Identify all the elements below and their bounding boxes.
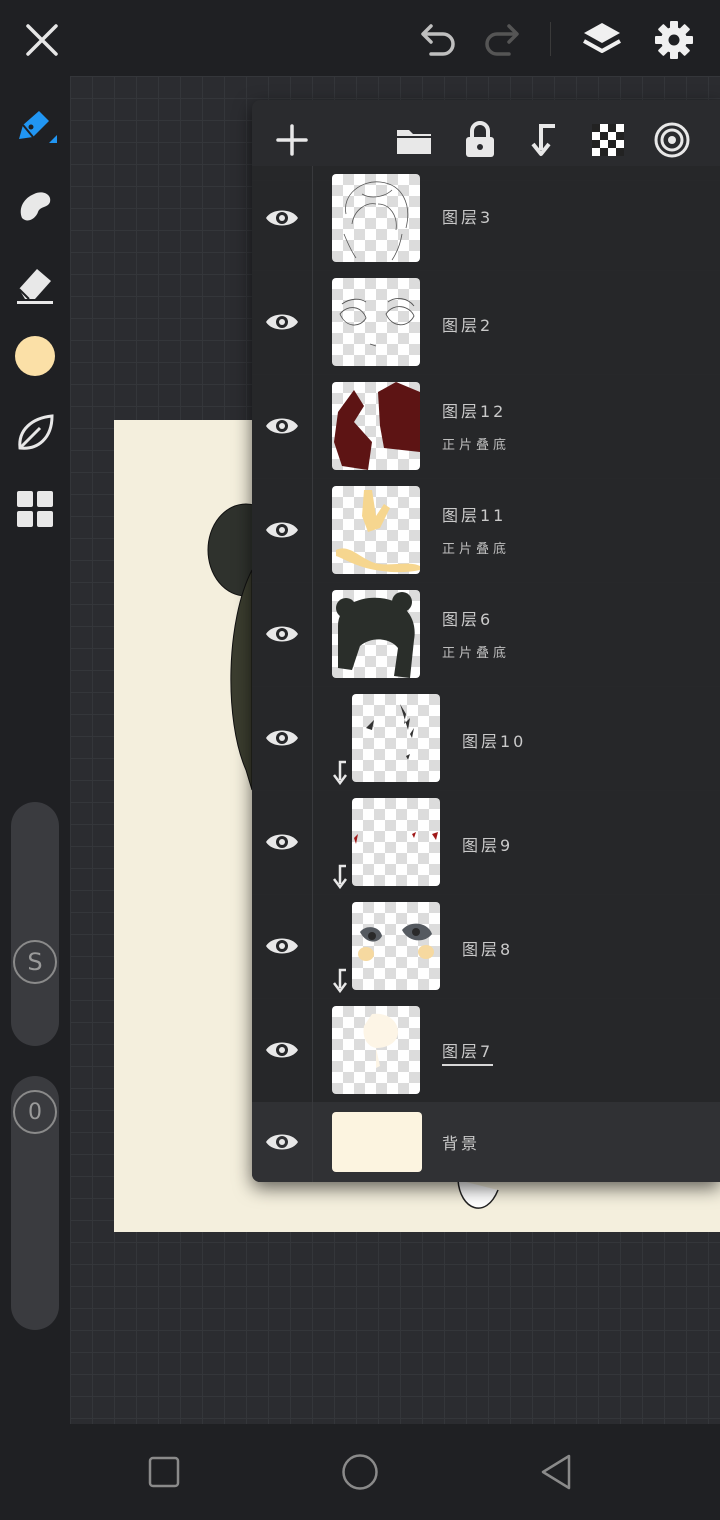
layer-name: 图层9 bbox=[462, 836, 514, 855]
row-divider bbox=[312, 478, 313, 582]
eye-icon[interactable] bbox=[264, 616, 300, 652]
eye-icon[interactable] bbox=[264, 1124, 300, 1160]
row-divider bbox=[312, 270, 313, 374]
undo-icon[interactable] bbox=[412, 18, 462, 62]
layer-name-selected: 图层7 bbox=[442, 1038, 494, 1066]
layer-row[interactable]: 图层3 bbox=[252, 166, 720, 271]
row-divider bbox=[312, 894, 313, 998]
row-divider bbox=[312, 790, 313, 894]
blend-mode-label: 正片叠底 bbox=[442, 438, 511, 453]
gallery-grid-icon[interactable] bbox=[12, 486, 58, 532]
toolbar-divider bbox=[550, 22, 551, 56]
layer-name: 图层12 bbox=[442, 402, 507, 421]
top-bar bbox=[0, 0, 720, 76]
eye-icon[interactable] bbox=[264, 200, 300, 236]
clip-mask-icon[interactable] bbox=[522, 118, 566, 162]
row-divider bbox=[312, 374, 313, 478]
folder-icon[interactable] bbox=[392, 120, 436, 160]
layer-row[interactable]: 图层7 bbox=[252, 998, 720, 1103]
smudge-tool-icon[interactable] bbox=[10, 180, 60, 230]
lock-icon[interactable] bbox=[458, 118, 502, 162]
layer-row[interactable]: 图层9 bbox=[252, 790, 720, 895]
size-slider-knob[interactable]: S bbox=[13, 940, 57, 984]
system-nav-bar bbox=[0, 1424, 720, 1520]
layer-row[interactable]: 图层6 正片叠底 bbox=[252, 582, 720, 687]
layer-thumbnail bbox=[332, 174, 420, 262]
redo-icon[interactable] bbox=[478, 18, 528, 62]
layer-row[interactable]: 图层12 正片叠底 bbox=[252, 374, 720, 479]
eye-icon[interactable] bbox=[264, 928, 300, 964]
layer-name: 背景 bbox=[442, 1134, 481, 1153]
tool-sidebar: S 0 bbox=[0, 76, 70, 1424]
layer-thumbnail bbox=[332, 382, 420, 470]
blend-mode-icon[interactable] bbox=[650, 118, 694, 162]
layer-name: 图层2 bbox=[442, 316, 494, 335]
layer-thumbnail bbox=[352, 798, 440, 886]
layer-row[interactable]: 图层2 bbox=[252, 270, 720, 375]
clip-arrow-icon bbox=[330, 758, 350, 786]
layer-row[interactable]: 图层10 bbox=[252, 686, 720, 791]
blend-mode-label: 正片叠底 bbox=[442, 542, 511, 557]
eye-icon[interactable] bbox=[264, 1032, 300, 1068]
color-swatch[interactable] bbox=[15, 336, 55, 376]
background-thumbnail bbox=[332, 1112, 422, 1172]
gear-icon[interactable] bbox=[648, 14, 700, 66]
clip-arrow-icon bbox=[330, 966, 350, 994]
layer-thumbnail bbox=[332, 1006, 420, 1094]
row-divider bbox=[312, 998, 313, 1102]
close-icon[interactable] bbox=[18, 16, 66, 64]
layers-icon[interactable] bbox=[576, 14, 628, 66]
row-divider bbox=[312, 166, 313, 270]
layer-thumbnail bbox=[332, 486, 420, 574]
layer-name: 图层3 bbox=[442, 208, 494, 227]
opacity-slider-knob[interactable]: 0 bbox=[13, 1090, 57, 1134]
layer-name: 图层8 bbox=[462, 940, 514, 959]
add-layer-icon[interactable] bbox=[272, 120, 312, 160]
blend-mode-label: 正片叠底 bbox=[442, 646, 511, 661]
clip-arrow-icon bbox=[330, 862, 350, 890]
layer-row[interactable]: 图层11 正片叠底 bbox=[252, 478, 720, 583]
row-divider bbox=[312, 686, 313, 790]
layer-thumbnail bbox=[332, 278, 420, 366]
eye-icon[interactable] bbox=[264, 512, 300, 548]
layers-panel: 图层3 图层2 图层12 正片叠底 图层11 正片叠底 图层6 正片叠底 图层1… bbox=[252, 100, 720, 1182]
pen-tool-icon[interactable] bbox=[10, 102, 60, 152]
background-layer-row[interactable]: 背景 bbox=[252, 1102, 720, 1182]
transparency-icon[interactable] bbox=[586, 118, 630, 162]
eye-icon[interactable] bbox=[264, 408, 300, 444]
row-divider bbox=[312, 1102, 313, 1182]
eraser-tool-icon[interactable] bbox=[10, 258, 60, 308]
eye-icon[interactable] bbox=[264, 304, 300, 340]
back-icon[interactable] bbox=[532, 1448, 580, 1496]
layer-row[interactable]: 图层8 bbox=[252, 894, 720, 999]
eye-icon[interactable] bbox=[264, 824, 300, 860]
row-divider bbox=[312, 582, 313, 686]
layer-thumbnail bbox=[352, 694, 440, 782]
home-icon[interactable] bbox=[336, 1448, 384, 1496]
recent-apps-icon[interactable] bbox=[140, 1448, 188, 1496]
layer-thumbnail bbox=[332, 590, 420, 678]
layer-name: 图层6 bbox=[442, 610, 494, 629]
brush-size-slider[interactable] bbox=[11, 802, 59, 1046]
layer-name: 图层10 bbox=[462, 732, 527, 751]
layer-thumbnail bbox=[352, 902, 440, 990]
layer-name: 图层11 bbox=[442, 506, 507, 525]
eye-icon[interactable] bbox=[264, 720, 300, 756]
leaf-tool-icon[interactable] bbox=[10, 408, 60, 458]
